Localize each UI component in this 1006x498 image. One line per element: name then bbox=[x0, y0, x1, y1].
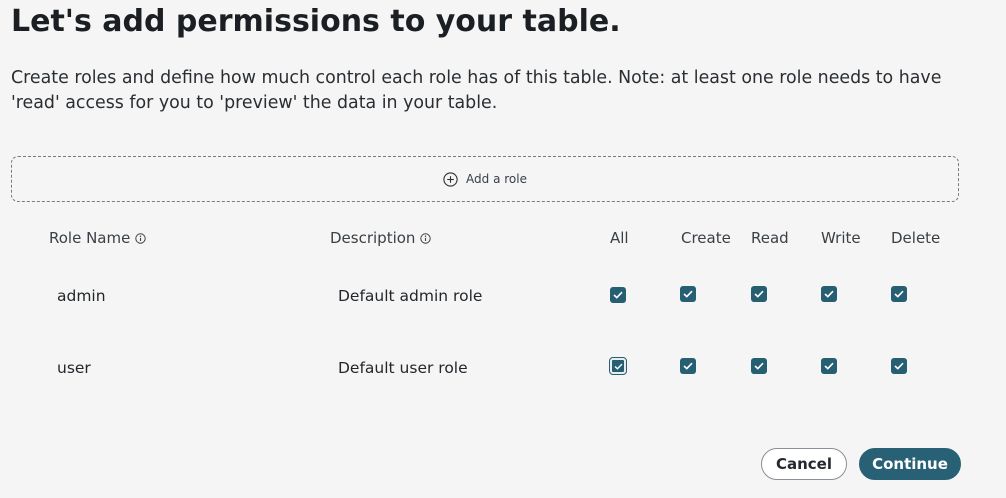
role-name-cell: user bbox=[57, 359, 91, 377]
role-name-cell: admin bbox=[57, 287, 106, 305]
description-cell: Default user role bbox=[338, 359, 468, 377]
read-checkbox[interactable] bbox=[751, 286, 767, 302]
header-all: All bbox=[610, 229, 629, 247]
write-checkbox[interactable] bbox=[821, 286, 837, 302]
header-description-label: Description bbox=[330, 229, 416, 247]
permissions-page: Let's add permissions to your table. Cre… bbox=[0, 0, 1006, 498]
write-checkbox[interactable] bbox=[821, 358, 837, 374]
header-role-name: Role Name bbox=[49, 229, 147, 247]
all-checkbox[interactable] bbox=[610, 287, 626, 303]
header-create: Create bbox=[681, 229, 731, 247]
header-role-name-label: Role Name bbox=[49, 229, 131, 247]
read-checkbox[interactable] bbox=[751, 358, 767, 374]
page-description: Create roles and define how much control… bbox=[11, 68, 942, 113]
header-delete: Delete bbox=[891, 229, 941, 247]
description-cell: Default admin role bbox=[338, 287, 483, 305]
cancel-button[interactable]: Cancel bbox=[761, 448, 847, 480]
all-checkbox[interactable] bbox=[609, 357, 627, 375]
create-checkbox[interactable] bbox=[680, 358, 696, 374]
delete-checkbox[interactable] bbox=[891, 286, 907, 302]
info-icon[interactable] bbox=[135, 232, 147, 244]
add-role-button[interactable]: Add a role bbox=[11, 156, 959, 202]
page-title: Let's add permissions to your table. bbox=[11, 4, 621, 39]
add-role-label: Add a role bbox=[466, 172, 527, 186]
header-write: Write bbox=[821, 229, 861, 247]
create-checkbox[interactable] bbox=[680, 286, 696, 302]
delete-checkbox[interactable] bbox=[891, 358, 907, 374]
continue-button[interactable]: Continue bbox=[859, 448, 961, 480]
header-description: Description bbox=[330, 229, 432, 247]
plus-circle-icon bbox=[443, 171, 458, 187]
info-icon[interactable] bbox=[420, 232, 432, 244]
header-read: Read bbox=[751, 229, 789, 247]
